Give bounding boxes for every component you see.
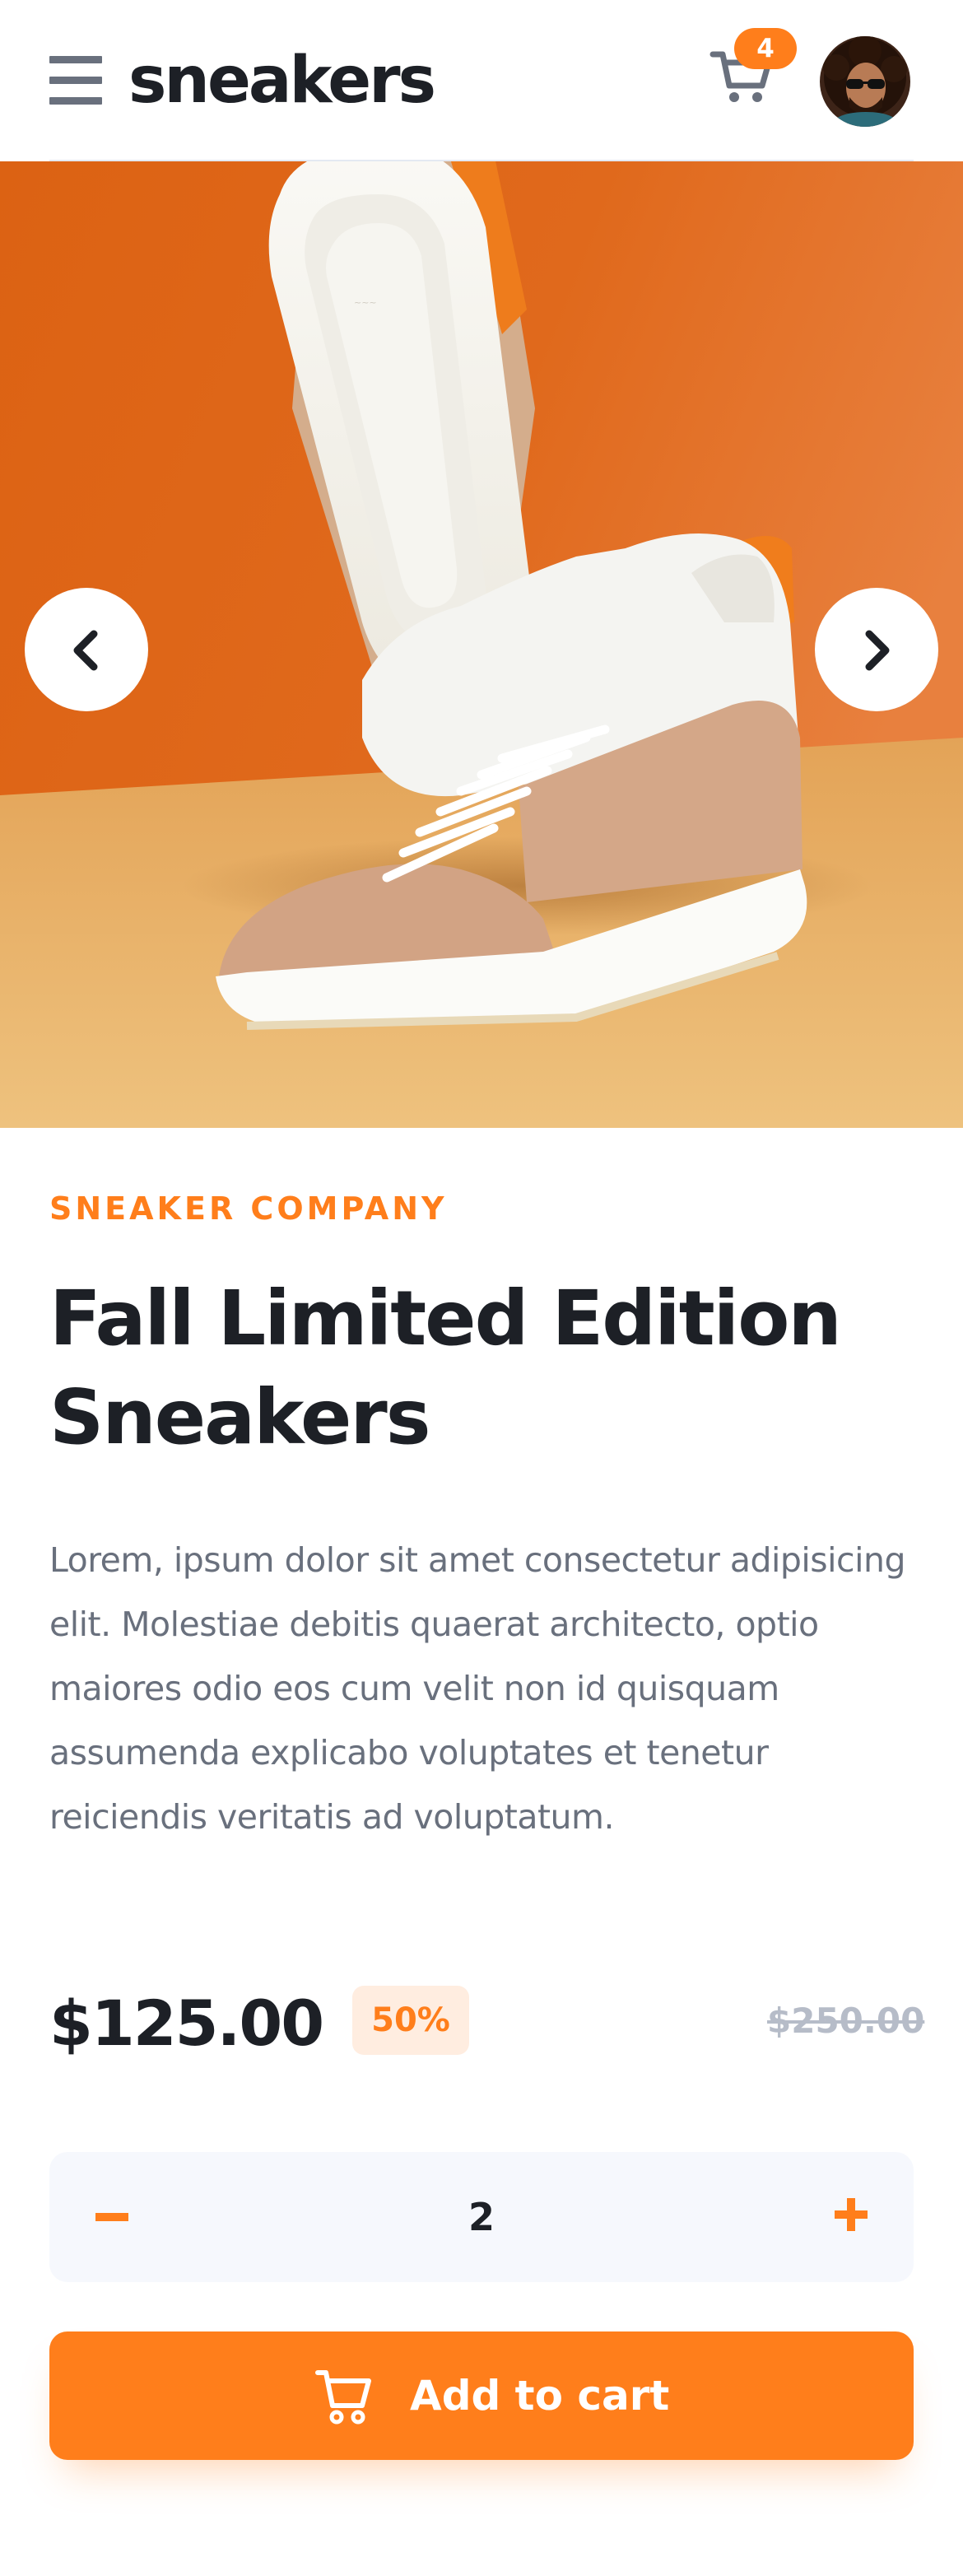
minus-icon xyxy=(95,2213,128,2221)
product-gallery: ~~~ xyxy=(0,161,963,1128)
site-logo[interactable]: sneakers xyxy=(128,35,436,127)
discount-badge: 50% xyxy=(352,1986,469,2055)
chevron-right-icon xyxy=(865,630,890,671)
menu-icon[interactable] xyxy=(49,56,102,107)
decrease-quantity-button[interactable] xyxy=(49,2152,165,2282)
original-price: $250.00 xyxy=(767,2001,925,2041)
plus-icon xyxy=(835,2198,868,2231)
avatar[interactable] xyxy=(820,36,910,127)
site-header: sneakers 4 xyxy=(0,0,963,161)
quantity-stepper: 2 xyxy=(49,2152,914,2282)
cart-count-badge: 4 xyxy=(734,28,797,69)
add-to-cart-button[interactable]: Add to cart xyxy=(49,2331,914,2460)
quantity-value: 2 xyxy=(468,2195,495,2239)
cart-icon xyxy=(315,2370,371,2425)
chevron-left-icon xyxy=(73,630,98,671)
next-image-button[interactable] xyxy=(815,588,938,711)
current-price: $125.00 xyxy=(49,1987,324,2060)
product-title: Fall Limited Edition Sneakers xyxy=(49,1274,842,1461)
increase-quantity-button[interactable] xyxy=(798,2152,914,2282)
product-description: Lorem, ipsum dolor sit amet consectetur … xyxy=(49,1540,906,1837)
add-to-cart-label: Add to cart xyxy=(410,2372,670,2420)
svg-text:~~~: ~~~ xyxy=(354,297,377,308)
previous-image-button[interactable] xyxy=(25,588,148,711)
company-name: SNEAKER COMPANY xyxy=(49,1190,448,1227)
